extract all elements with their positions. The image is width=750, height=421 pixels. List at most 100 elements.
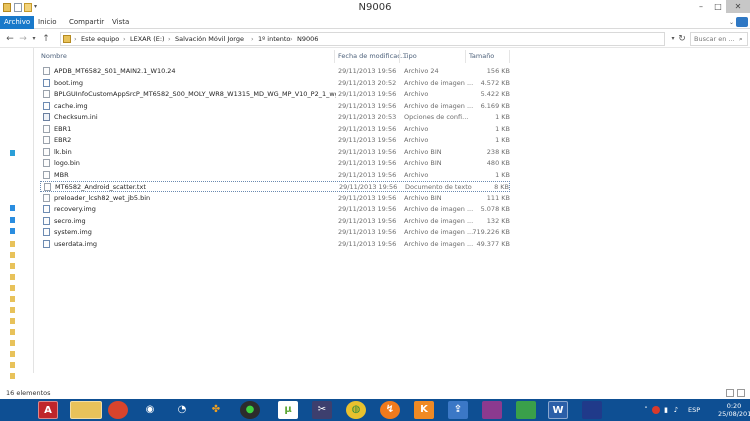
media-player-icon[interactable] [108,401,128,419]
word-icon[interactable]: W [548,401,568,419]
file-explorer-icon[interactable] [70,401,102,419]
refresh-icon[interactable]: ↻ [676,33,688,45]
details-view-icon[interactable] [726,389,734,397]
breadcrumb-n9006[interactable]: N9006 [297,35,318,43]
address-row: ← → ▾ ↑ › Este equipo › LEXAR (E:) › Sal… [0,30,750,48]
help-icon[interactable] [736,17,748,27]
drive-icon[interactable] [10,217,15,223]
file-row[interactable]: secro.img 29/11/2013 19:56 Archivo de im… [40,216,510,227]
app-icon[interactable]: ↯ [380,401,400,419]
breadcrumb-intento[interactable]: 1º intento [258,35,290,43]
file-row[interactable]: BPLGUInfoCustomAppSrcP_MT6582_S00_MOLY_W… [40,89,510,100]
folder-icon[interactable] [10,329,15,335]
folder-icon[interactable] [10,362,15,368]
column-header-name[interactable]: Nombre [41,52,67,60]
file-row[interactable]: preloader_lcsh82_wet_jb5.bin 29/11/2013 … [40,193,510,204]
search-input[interactable]: Buscar en ... ⌕ [690,32,748,46]
file-date: 29/11/2013 19:56 [338,205,397,213]
file-size: 8 KB [494,183,509,191]
file-name: BPLGUInfoCustomAppSrcP_MT6582_S00_MOLY_W… [54,90,336,98]
folder-icon[interactable] [10,318,15,324]
column-header-size[interactable]: Tamaño [469,52,494,60]
file-date: 29/11/2013 20:52 [338,78,397,87]
file-row[interactable]: system.img 29/11/2013 19:56 Archivo de i… [40,227,510,238]
file-row[interactable]: Checksum.ini 29/11/2013 20:53 Opciones d… [40,112,510,123]
file-size: 1 KB [495,124,510,133]
up-icon[interactable]: ↑ [40,33,52,45]
breadcrumb-salvacion[interactable]: Salvación Móvil Jorge [175,35,244,43]
archive-icon[interactable] [482,401,502,419]
back-icon[interactable]: ← [4,33,16,45]
file-row[interactable]: MBR 29/11/2013 19:56 Archivo 1 KB [40,170,510,181]
file-row[interactable]: APDB_MT6582_S01_MAIN2.1_W10.24 29/11/201… [40,66,510,77]
file-row[interactable]: cache.img 29/11/2013 19:56 Archivo de im… [40,101,510,112]
tab-vista[interactable]: Vista [108,16,133,29]
app-icon[interactable]: ✤ [206,401,226,419]
navigation-pane[interactable] [0,48,33,379]
drive-icon[interactable] [10,205,15,211]
recent-locations-icon[interactable]: ▾ [28,33,40,45]
folder-icon[interactable] [10,340,15,346]
app-icon[interactable]: ◔ [172,401,192,419]
app-icon[interactable]: K [414,401,434,419]
folder-icon[interactable] [10,285,15,291]
file-row[interactable]: userdata.img 29/11/2013 19:56 Archivo de… [40,239,510,250]
tab-archivo[interactable]: Archivo [0,16,35,29]
drive-icon[interactable] [10,228,15,234]
minimize-icon[interactable]: – [692,0,710,13]
steam-icon[interactable]: ◉ [140,401,160,419]
address-bar[interactable]: › Este equipo › LEXAR (E:) › Salvación M… [60,32,665,46]
video-editor-icon[interactable]: ✂ [312,401,332,419]
column-header-type[interactable]: Tipo [403,52,417,60]
file-date: 29/11/2013 19:56 [338,136,397,144]
folder-icon[interactable] [10,307,15,313]
app-icon[interactable] [516,401,536,419]
tab-compartir[interactable]: Compartir [65,16,108,29]
disc-image-icon [43,101,50,110]
folder-icon[interactable] [10,351,15,357]
folder-icon[interactable] [10,296,15,302]
clock[interactable]: 0:20 25/08/2014 [718,402,750,418]
file-type: Archivo BIN [404,193,442,202]
column-header-date[interactable]: Fecha de modificac... [338,52,407,60]
file-row[interactable]: logo.bin 29/11/2013 19:56 Archivo BIN 48… [40,158,510,169]
settings-file-icon [43,113,50,121]
utorrent-icon[interactable]: μ [278,401,298,419]
folder-icon[interactable] [10,373,15,379]
file-row-selected[interactable]: MT6582_Android_scatter.txt 29/11/2013 19… [40,181,510,192]
volume-icon[interactable]: ♪ [672,406,680,414]
close-icon[interactable]: ✕ [726,0,750,13]
show-hidden-icons-icon[interactable]: ˄ [642,406,650,414]
breadcrumb-lexar[interactable]: LEXAR (E:) [130,35,165,43]
chrome-icon[interactable]: ◍ [346,401,366,419]
tab-inicio[interactable]: Inicio [34,16,61,29]
file-row[interactable]: EBR1 29/11/2013 19:56 Archivo 1 KB [40,124,510,135]
file-row[interactable]: lk.bin 29/11/2013 19:56 Archivo BIN 238 … [40,147,510,158]
language-indicator[interactable]: ESP [688,406,700,414]
file-name: MBR [54,170,69,179]
column-divider[interactable] [465,50,466,63]
tray-app-icon[interactable] [652,406,660,414]
folder-icon[interactable] [10,263,15,269]
app-icon[interactable]: ● [240,401,260,419]
column-divider[interactable] [334,50,335,63]
file-row[interactable]: recovery.img 29/11/2013 19:56 Archivo de… [40,204,510,215]
file-row[interactable]: boot.img 29/11/2013 20:52 Archivo de ima… [40,78,510,89]
folder-icon[interactable] [10,241,15,247]
file-name: EBR1 [54,124,72,133]
onedrive-icon[interactable] [10,150,15,156]
app-icon[interactable]: ⇪ [448,401,468,419]
large-icons-view-icon[interactable] [737,389,745,397]
folder-icon [63,35,71,43]
acrobat-icon[interactable]: A [38,401,58,419]
folder-icon[interactable] [10,274,15,280]
network-icon[interactable]: ▮ [662,406,670,414]
file-type: Archivo BIN [404,159,442,167]
maximize-icon[interactable]: □ [710,0,726,13]
breadcrumb-este-equipo[interactable]: Este equipo [81,35,119,43]
folder-icon[interactable] [10,252,15,258]
column-divider[interactable] [509,50,510,63]
column-divider[interactable] [399,50,400,63]
file-row[interactable]: EBR2 29/11/2013 19:56 Archivo 1 KB [40,135,510,146]
app-icon[interactable] [582,401,602,419]
